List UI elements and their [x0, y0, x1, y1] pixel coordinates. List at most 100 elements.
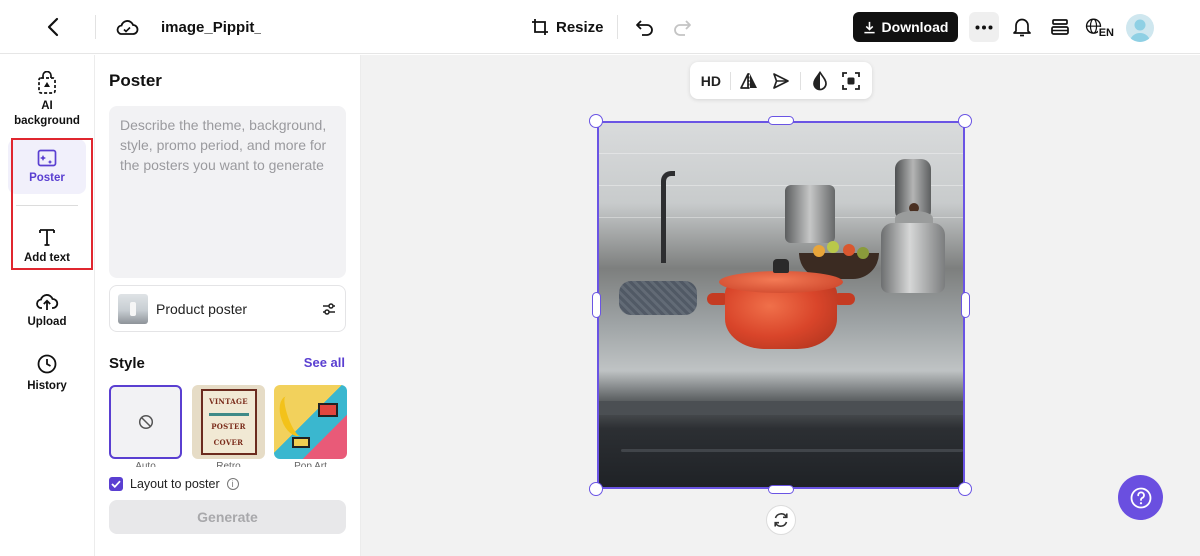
- download-label: Download: [881, 19, 949, 35]
- more-dots-icon: [975, 25, 993, 29]
- rotate-icon: [774, 513, 788, 527]
- layout-to-poster-row: Layout to poster i: [109, 477, 239, 491]
- retro-thumb-text: COVER: [213, 437, 244, 447]
- retro-thumb-text: POSTER: [211, 422, 246, 432]
- resize-handle-bottom-left[interactable]: [589, 482, 603, 496]
- pop-art-box: [292, 437, 310, 448]
- back-button[interactable]: [42, 0, 64, 54]
- clock-icon: [37, 354, 57, 374]
- rail-label: Poster: [29, 172, 65, 184]
- dutch-oven-knob: [773, 259, 789, 273]
- hd-label: HD: [700, 72, 721, 89]
- no-style-icon: [138, 414, 153, 430]
- poster-icon: [37, 149, 57, 167]
- storage-button[interactable]: [1049, 0, 1071, 54]
- rail-label: History: [27, 380, 67, 392]
- header-divider: [617, 15, 618, 39]
- selected-image[interactable]: [597, 121, 965, 489]
- rail-item-poster[interactable]: Poster: [8, 139, 86, 194]
- settings-sliders-icon[interactable]: [321, 301, 337, 317]
- layers-icon: [1051, 19, 1069, 35]
- cloud-save-button[interactable]: [115, 0, 139, 54]
- rail-item-ai-background[interactable]: AI background: [8, 69, 86, 129]
- file-name[interactable]: image_Pippit_20: [161, 19, 261, 36]
- style-heading: Style: [109, 355, 145, 372]
- image-toolbar: HD: [690, 62, 872, 99]
- rail-item-upload[interactable]: Upload: [8, 285, 86, 330]
- prompt-input[interactable]: [120, 115, 335, 269]
- layout-to-poster-checkbox[interactable]: [109, 477, 123, 491]
- resize-handle-right[interactable]: [961, 292, 970, 318]
- cabinet-handle: [621, 449, 963, 452]
- steel-pot: [785, 185, 835, 243]
- fruit: [843, 244, 855, 256]
- send-button[interactable]: [766, 67, 796, 95]
- kettle: [881, 223, 945, 293]
- retro-thumbnail: VINTAGE POSTER COVER: [200, 389, 257, 455]
- fruit: [857, 247, 869, 259]
- towel: [619, 281, 697, 315]
- info-icon[interactable]: i: [226, 478, 239, 490]
- bell-icon: [1013, 18, 1031, 37]
- top-bar: image_Pippit_20 Resize Download EN: [0, 0, 1200, 54]
- resize-handle-bottom[interactable]: [768, 485, 794, 494]
- language-code: EN: [1097, 27, 1115, 39]
- file-name-container[interactable]: image_Pippit_20: [161, 0, 261, 54]
- style-card-retro[interactable]: VINTAGE POSTER COVER: [192, 385, 265, 459]
- send-icon: [773, 72, 789, 89]
- rail-item-add-text[interactable]: Add text: [8, 221, 86, 266]
- tool-rail: AI background Poster Add text Upload His…: [0, 55, 95, 556]
- notifications-button[interactable]: [1011, 0, 1033, 54]
- faucet: [661, 171, 675, 263]
- help-button[interactable]: [1118, 475, 1163, 520]
- focus-crop-button[interactable]: [836, 67, 866, 95]
- flip-button[interactable]: [735, 67, 765, 95]
- rail-label: Add text: [24, 252, 70, 264]
- dutch-oven-lid: [719, 271, 843, 293]
- resize-handle-top[interactable]: [768, 116, 794, 125]
- rotate-button[interactable]: [766, 505, 796, 535]
- hd-button[interactable]: HD: [696, 67, 726, 95]
- opacity-button[interactable]: [805, 67, 835, 95]
- generate-button[interactable]: Generate: [109, 500, 346, 534]
- user-silhouette-icon: [1130, 19, 1150, 42]
- rail-item-history[interactable]: History: [8, 349, 86, 394]
- layout-to-poster-label: Layout to poster: [130, 477, 220, 491]
- fruit: [827, 241, 839, 253]
- undo-icon: [636, 20, 653, 36]
- user-avatar[interactable]: [1126, 14, 1154, 42]
- pop-art-box: [318, 403, 338, 417]
- resize-label: Resize: [556, 18, 604, 36]
- poster-panel: Poster Product poster Style See all VINT…: [95, 55, 361, 556]
- resize-handle-top-left[interactable]: [589, 114, 603, 128]
- resize-button[interactable]: Resize: [530, 0, 604, 54]
- toolbar-separator: [729, 71, 731, 90]
- retro-thumb-text: VINTAGE: [209, 397, 248, 407]
- flip-icon: [740, 72, 758, 89]
- cloud-upload-icon: [36, 294, 59, 310]
- prompt-box[interactable]: [109, 106, 346, 278]
- resize-handle-top-right[interactable]: [958, 114, 972, 128]
- style-card-auto[interactable]: [109, 385, 182, 459]
- language-button[interactable]: EN: [1085, 0, 1115, 54]
- header-divider: [95, 15, 96, 39]
- counter-edge: [599, 401, 963, 415]
- panel-title: Poster: [109, 71, 162, 90]
- more-options-button[interactable]: [969, 12, 999, 42]
- style-caption: Auto: [135, 461, 156, 467]
- toolbar-separator: [799, 71, 801, 90]
- see-all-link[interactable]: See all: [304, 355, 345, 370]
- ai-background-icon: [38, 71, 56, 94]
- rail-label: AI background: [14, 100, 80, 127]
- text-icon: [39, 229, 55, 246]
- redo-button[interactable]: [671, 0, 693, 54]
- download-button[interactable]: Download: [853, 12, 958, 42]
- resize-handle-bottom-right[interactable]: [958, 482, 972, 496]
- style-card-pop-art[interactable]: [274, 385, 347, 459]
- style-caption: Retro: [216, 461, 241, 467]
- poster-type-selector[interactable]: Product poster: [109, 285, 346, 332]
- fruit: [813, 245, 825, 257]
- undo-button[interactable]: [634, 0, 656, 54]
- canvas-area[interactable]: HD: [361, 55, 1200, 556]
- resize-handle-left[interactable]: [592, 292, 601, 318]
